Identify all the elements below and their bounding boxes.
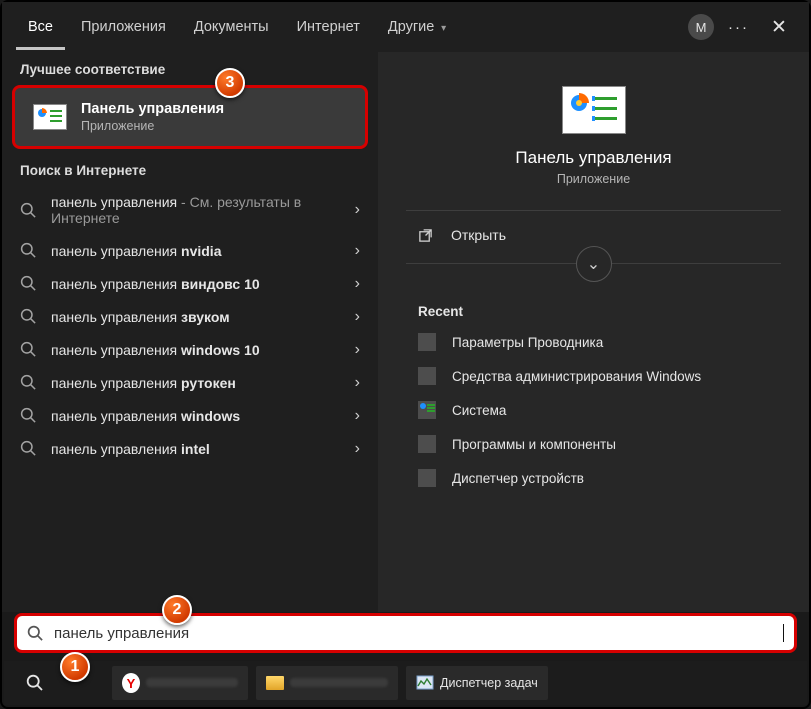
search-icon: [20, 374, 37, 391]
chevron-right-icon: ›: [355, 242, 360, 260]
tab-docs[interactable]: Документы: [182, 5, 281, 50]
recent-item-icon: [418, 333, 436, 351]
step-badge-3: 3: [215, 68, 245, 98]
task-manager-icon: [416, 674, 434, 692]
user-avatar[interactable]: M: [688, 14, 714, 40]
chevron-right-icon: ›: [355, 341, 360, 359]
best-match-title: Панель управления: [81, 101, 224, 117]
web-result-7[interactable]: панель управления intel ›: [2, 432, 378, 465]
taskbar: Y Диспетчер задач: [4, 661, 807, 705]
preview-title: Панель управления: [378, 148, 809, 168]
search-icon: [20, 242, 37, 259]
recent-item-1[interactable]: Средства администрирования Windows: [378, 359, 809, 393]
tab-web[interactable]: Интернет: [285, 5, 372, 50]
chevron-right-icon: ›: [355, 440, 360, 458]
web-result-6[interactable]: панель управления windows ›: [2, 399, 378, 432]
tabs-bar: Все Приложения Документы Интернет Другие…: [2, 2, 809, 52]
chevron-right-icon: ›: [355, 407, 360, 425]
expand-toggle[interactable]: ⌄: [576, 246, 612, 282]
recent-item-3[interactable]: Программы и компоненты: [378, 427, 809, 461]
web-result-5[interactable]: панель управления рутокен ›: [2, 366, 378, 399]
yandex-icon: Y: [122, 673, 140, 693]
web-result-0[interactable]: панель управления - См. результаты в Инт…: [2, 186, 378, 234]
chevron-right-icon: ›: [355, 374, 360, 392]
search-box[interactable]: [14, 613, 797, 653]
preview-app-icon: [562, 86, 626, 134]
open-icon: [418, 228, 433, 243]
taskbar-app-explorer[interactable]: [256, 666, 398, 700]
taskbar-app-taskmanager[interactable]: Диспетчер задач: [406, 666, 548, 700]
web-search-label: Поиск в Интернете: [2, 153, 378, 186]
search-input[interactable]: [54, 625, 783, 642]
recent-item-icon: [418, 469, 436, 487]
web-result-3[interactable]: панель управления звуком ›: [2, 300, 378, 333]
search-icon: [20, 202, 37, 219]
tab-all[interactable]: Все: [16, 5, 65, 50]
best-match-label: Лучшее соответствие: [2, 52, 378, 85]
recent-item-2[interactable]: Система: [378, 393, 809, 427]
web-result-1[interactable]: панель управления nvidia ›: [2, 234, 378, 267]
web-result-4[interactable]: панель управления windows 10 ›: [2, 333, 378, 366]
control-panel-icon: [33, 104, 67, 130]
step-badge-2: 2: [162, 595, 192, 625]
search-icon: [20, 341, 37, 358]
chevron-down-icon: ▾: [438, 23, 446, 34]
search-icon: [20, 275, 37, 292]
search-icon: [20, 440, 37, 457]
folder-icon: [266, 674, 284, 692]
recent-item-4[interactable]: Диспетчер устройств: [378, 461, 809, 495]
recent-item-0[interactable]: Параметры Проводника: [378, 325, 809, 359]
search-icon: [27, 625, 44, 642]
search-icon: [20, 308, 37, 325]
tab-apps[interactable]: Приложения: [69, 5, 178, 50]
recent-item-icon: [418, 435, 436, 453]
preview-panel: Панель управления Приложение Открыть ⌄ R…: [378, 52, 809, 612]
recent-item-icon: [418, 367, 436, 385]
recent-label: Recent: [378, 282, 809, 325]
recent-item-icon: [418, 401, 436, 419]
chevron-right-icon: ›: [355, 275, 360, 293]
step-badge-1: 1: [60, 652, 90, 682]
best-match-subtitle: Приложение: [81, 119, 224, 133]
more-options-button[interactable]: ···: [728, 19, 749, 36]
search-icon: [20, 407, 37, 424]
web-result-2[interactable]: панель управления виндовс 10 ›: [2, 267, 378, 300]
tab-more[interactable]: Другие ▾: [376, 5, 458, 50]
text-caret: [783, 624, 784, 642]
close-button[interactable]: ✕: [763, 16, 795, 39]
chevron-right-icon: ›: [355, 308, 360, 326]
results-panel: Лучшее соответствие Панель управления Пр…: [2, 52, 378, 612]
chevron-right-icon: ›: [355, 201, 360, 219]
taskbar-app-yandex[interactable]: Y: [112, 666, 248, 700]
taskbar-search-icon[interactable]: [16, 666, 54, 700]
preview-subtitle: Приложение: [378, 172, 809, 186]
best-match-item[interactable]: Панель управления Приложение: [12, 85, 368, 149]
